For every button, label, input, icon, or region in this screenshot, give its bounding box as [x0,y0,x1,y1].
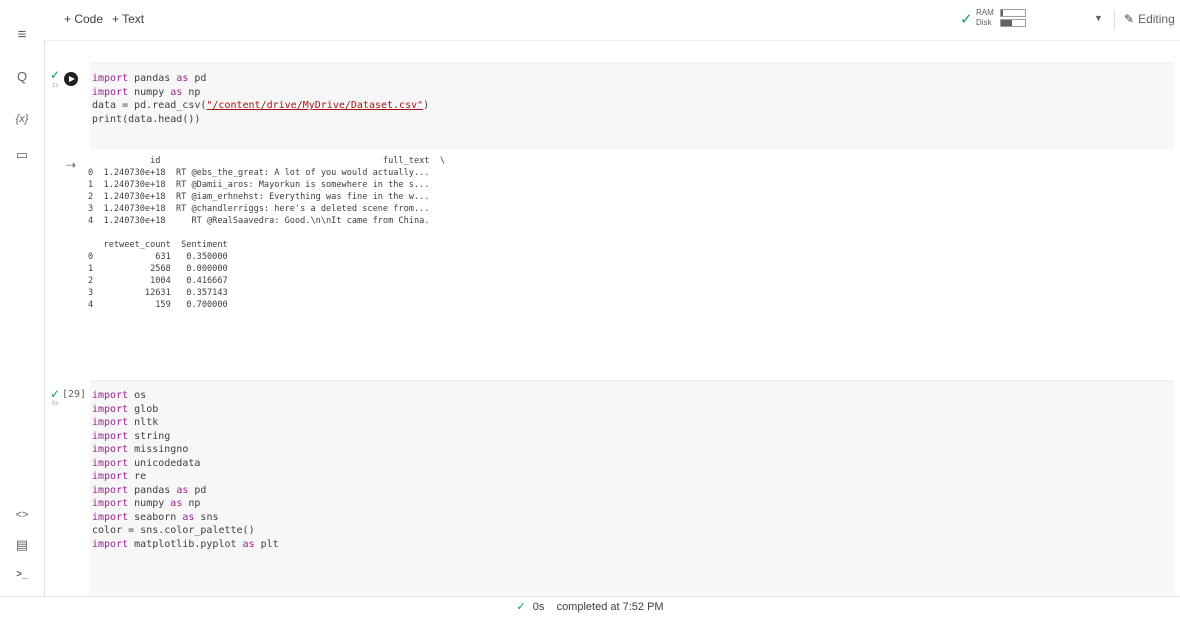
status-bar: ✓ 0s completed at 7:52 PM [0,596,1180,617]
cell-2-code-editor[interactable]: import os import glob import nltk import st… [90,380,1174,595]
output-line: 1 2568 0.000000 [88,264,228,274]
disk-usage-bar [1000,19,1026,27]
add-text-button[interactable]: + Text [112,12,144,26]
output-icon[interactable]: ⇢ [66,158,76,172]
output-line: 0 631 0.350000 [88,252,228,262]
output-line: 4 159 0.700000 [88,300,228,310]
output-line: id full_text \ [88,156,445,166]
terminal-icon[interactable]: >_ [0,566,44,584]
pencil-icon: ✎ [1124,12,1135,26]
ram-usage-bar [1000,9,1026,17]
output-line: 3 12631 0.357143 [88,288,228,298]
disk-label: Disk [976,18,992,27]
editing-label: Editing [1138,12,1175,26]
menu-icon[interactable]: ≡ [0,26,44,44]
output-line: 2 1.240730e+18 RT @iam_erhnehst: Everyth… [88,192,430,202]
code-line: data = pd.read_csv("/content/drive/MyDri… [92,100,430,111]
code-line: import missingno [92,444,189,455]
code-line: import string [92,430,171,442]
code-line: import numpy as np [92,498,201,509]
cell-2-status-check-icon: ✓ [50,387,61,401]
code-line: import nltk [92,417,159,428]
execution-count: [29] [62,389,87,400]
output-line: 3 1.240730e+18 RT @chandlerriggs: here's… [88,204,430,214]
resource-monitor[interactable]: RAM Disk [976,8,1026,28]
output-line: 1 1.240730e+18 RT @Damii_aros: Mayorkun … [88,180,430,190]
connected-check-icon: ✓ [960,11,973,28]
output-line: 4 1.240730e+18 RT @RealSaavedra: Good.\n… [88,216,430,226]
command-palette-icon[interactable]: ▤ [0,536,44,554]
code-line: import glob [92,403,159,415]
cell-1-code-editor[interactable]: import pandas as pd import numpy as np d… [90,62,1174,149]
notebook-toolbar: + Code + Text ✓ RAM Disk ▼ ✎ Editing [44,0,1180,41]
editing-mode-button[interactable]: ✎ Editing [1124,12,1175,26]
code-line: import re [92,471,147,482]
code-line: import unicodedata [92,457,201,469]
code-line: import pandas as pd [92,484,207,496]
files-icon[interactable]: ▭ [0,146,44,164]
cell-1-exec-time: 1s [52,83,59,89]
variables-icon[interactable]: {x} [0,110,44,128]
code-snippets-icon[interactable]: <> [0,506,44,524]
code-line: import numpy as np [92,86,201,98]
cell-1-output: id full_text \ 0 1.240730e+18 RT @ebs_the… [88,155,445,311]
cell-1-status-check-icon: ✓ [50,68,61,82]
code-line: import os [92,390,147,401]
run-cell-button[interactable] [64,72,78,86]
side-rail: ≡ Q {x} ▭ <> ▤ >_ [0,0,45,616]
completion-message: completed at 7:52 PM [556,601,664,613]
add-code-button[interactable]: + Code [64,12,103,26]
code-line: import pandas as pd [92,73,207,84]
output-line: 2 1004 0.416667 [88,276,228,286]
ram-label: RAM [976,8,994,17]
output-line: retweet_count Sentiment [88,240,228,250]
code-line: print(data.head()) [92,113,201,125]
toolbar-divider [1114,10,1115,30]
chevron-down-icon[interactable]: ▼ [1094,13,1103,23]
completed-check-icon: ✓ [516,601,526,613]
code-line: import matplotlib.pyplot as plt [92,538,279,550]
execution-duration: 0s [532,601,545,613]
cell-2-exec-time: 0s [52,401,59,407]
code-line: import seaborn as sns [92,511,219,523]
code-line: color = sns.color_palette() [92,525,255,536]
search-icon[interactable]: Q [0,68,44,86]
output-line: 0 1.240730e+18 RT @ebs_the_great: A lot … [88,168,430,178]
